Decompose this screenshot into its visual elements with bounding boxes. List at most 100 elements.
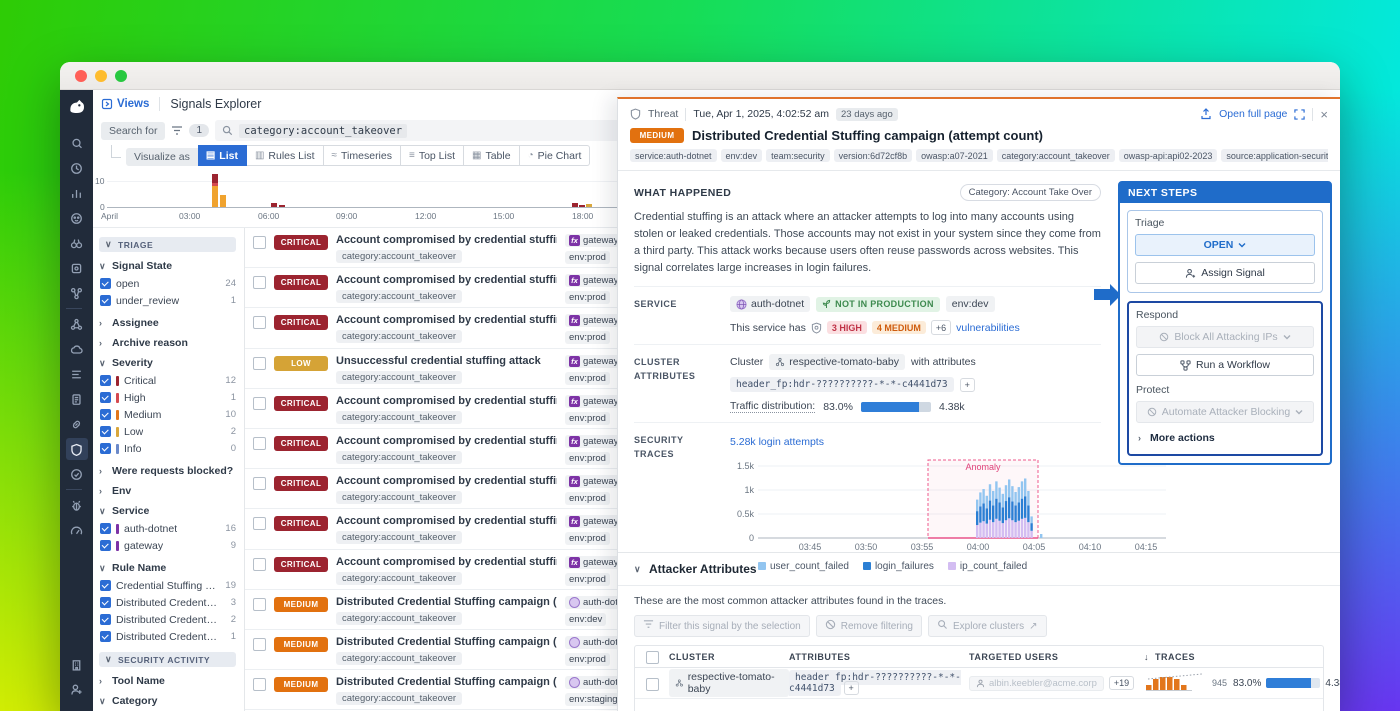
timeline-bar[interactable] (579, 205, 585, 207)
facet-item-under-review[interactable]: under_review1 (99, 292, 236, 309)
vulnerabilities-link[interactable]: vulnerabilities (956, 322, 1020, 334)
attacker-button-remove-filtering[interactable]: Remove filtering (816, 615, 922, 637)
legend-item-login_failures[interactable]: login_failures (863, 561, 934, 572)
attribute-chip[interactable]: header_fp:hdr-??????????-*-*-c4441d73 (789, 670, 961, 696)
login-attempts-chart[interactable]: 1.5k1k0.5k003:4503:5003:5504:0004:0504:1… (730, 454, 1101, 559)
facet-item-gateway[interactable]: gateway9 (99, 537, 236, 554)
expand-icon[interactable] (1294, 109, 1305, 120)
targeted-user-chip[interactable]: albin.keebler@acme.corp (969, 676, 1104, 691)
signal-tag[interactable]: team:security (766, 149, 830, 162)
cluster-icon[interactable] (66, 313, 88, 335)
facet-section-triage[interactable]: ∨TRIAGE (99, 237, 236, 252)
row-checkbox[interactable] (253, 598, 266, 611)
watchdog-icon[interactable] (66, 207, 88, 229)
facet-section-security-activity[interactable]: ∨SECURITY ACTIVITY (99, 652, 236, 667)
column-header-targeted-users[interactable]: TARGETED USERS (969, 652, 1144, 662)
invite-icon[interactable] (66, 678, 88, 700)
signal-row[interactable]: CRITICALAccount compromised by credentia… (245, 228, 627, 268)
header-checkbox[interactable] (646, 651, 659, 664)
checkbox-checked[interactable] (100, 597, 111, 608)
signal-row[interactable]: CRITICALAccount compromised by credentia… (245, 429, 627, 469)
facet-group-env[interactable]: ›Env (99, 485, 236, 497)
history-icon[interactable] (66, 157, 88, 179)
search-query[interactable]: category:account_takeover (239, 124, 407, 138)
signal-tag[interactable]: env:dev (721, 149, 763, 162)
filter-icon[interactable] (171, 125, 183, 136)
column-header-attributes[interactable]: ATTRIBUTES (789, 652, 969, 662)
signal-row[interactable]: LOWUnsuccessful credential stuffing atta… (245, 349, 627, 389)
logs-icon[interactable] (66, 388, 88, 410)
automate-attacker-blocking-button[interactable]: Automate Attacker Blocking (1136, 401, 1314, 423)
attribute-more-chip[interactable]: + (960, 378, 975, 392)
signal-row[interactable]: CRITICALAccount compromised by credentia… (245, 469, 627, 509)
search-icon[interactable] (66, 132, 88, 154)
facet-group-were-requests-blocked-[interactable]: ›Were requests blocked? (99, 465, 236, 477)
signal-tag[interactable]: owasp-api:api02-2023 (1119, 149, 1218, 162)
row-checkbox[interactable] (253, 276, 266, 289)
checkbox-checked[interactable] (100, 426, 111, 437)
env-chip[interactable]: env:dev (946, 296, 995, 312)
signal-tag[interactable]: source:application-security (1221, 149, 1328, 162)
checkbox-checked[interactable] (100, 409, 111, 420)
row-checkbox[interactable] (253, 477, 266, 490)
facet-item-critical[interactable]: Critical12 (99, 372, 236, 389)
checkbox-checked[interactable] (100, 375, 111, 386)
signal-tag[interactable]: owasp:a07-2021 (916, 149, 993, 162)
signal-row[interactable]: MEDIUMDistributed Credential Stuffing ca… (245, 630, 627, 670)
assign-signal-button[interactable]: Assign Signal (1135, 262, 1315, 284)
signal-tag[interactable]: service:auth-dotnet (630, 149, 717, 162)
row-checkbox[interactable] (253, 357, 266, 370)
timeline-bar[interactable] (212, 174, 218, 207)
signal-row[interactable]: CRITICALAccount compromised by credentia… (245, 389, 627, 429)
facet-item-distributed-credential-stu-[interactable]: Distributed Credential Stu...1 (99, 628, 236, 645)
zoom-window-button[interactable] (115, 70, 127, 82)
traces-icon[interactable] (66, 363, 88, 385)
row-checkbox[interactable] (253, 316, 266, 329)
facet-group-assignee[interactable]: ›Assignee (99, 317, 236, 329)
facet-group-service[interactable]: ∨Service (99, 505, 236, 517)
signal-row[interactable]: CRITICALAccount compromised by credentia… (245, 268, 627, 308)
timeline-bar[interactable] (220, 195, 226, 207)
facet-item-distributed-credential-stu-[interactable]: Distributed Credential Stu...2 (99, 611, 236, 628)
org-icon[interactable] (66, 653, 88, 675)
block-attacking-ips-button[interactable]: Block All Attacking IPs (1136, 326, 1314, 348)
legend-item-ip_count_failed[interactable]: ip_count_failed (948, 561, 1027, 572)
facet-item-info[interactable]: Info0 (99, 440, 236, 457)
checkbox-checked[interactable] (100, 540, 111, 551)
row-checkbox[interactable] (253, 638, 266, 651)
infrastructure-icon[interactable] (66, 257, 88, 279)
row-checkbox[interactable] (253, 236, 266, 249)
checkbox-checked[interactable] (100, 631, 111, 642)
security-icon[interactable] (66, 438, 88, 460)
share-icon[interactable] (1200, 108, 1212, 120)
timeline-bar[interactable] (279, 205, 285, 207)
signal-row[interactable]: MEDIUMDistributed Credential Stuffing ca… (245, 590, 627, 630)
signal-row[interactable]: CRITICALAccount compromised by credentia… (245, 550, 627, 590)
attribute-more-chip[interactable]: + (844, 681, 859, 695)
close-window-button[interactable] (75, 70, 87, 82)
viz-option-rules-list[interactable]: ▥Rules List (247, 145, 324, 166)
checkbox-checked[interactable] (100, 392, 111, 403)
row-checkbox[interactable] (253, 517, 266, 530)
facet-item-distributed-credential-stu-[interactable]: Distributed Credential Stu...3 (99, 594, 236, 611)
row-checkbox[interactable] (646, 678, 659, 691)
run-workflow-button[interactable]: Run a Workflow (1136, 354, 1314, 376)
checkbox-checked[interactable] (100, 523, 111, 534)
timeline-bar[interactable] (572, 203, 578, 207)
facet-item-medium[interactable]: Medium10 (99, 406, 236, 423)
attacker-button-filter-this-signal-by-the-selection[interactable]: Filter this signal by the selection (634, 615, 810, 637)
binoculars-icon[interactable] (66, 232, 88, 254)
cluster-name-chip[interactable]: respective-tomato-baby (669, 669, 789, 697)
views-button[interactable]: Views (101, 98, 149, 110)
viz-option-table[interactable]: ▦Table (464, 145, 520, 166)
gauge-icon[interactable] (66, 519, 88, 541)
login-attempts-link[interactable]: 5.28k login attempts (730, 436, 824, 448)
timeline-bar[interactable] (586, 204, 592, 207)
filter-count-badge[interactable]: 1 (189, 124, 209, 137)
facet-group-archive-reason[interactable]: ›Archive reason (99, 337, 236, 349)
legend-item-user_count_failed[interactable]: user_count_failed (758, 561, 849, 572)
timeline-bar[interactable] (271, 203, 277, 207)
integrations-icon[interactable] (66, 413, 88, 435)
signal-tag[interactable]: category:account_takeover (997, 149, 1115, 162)
more-actions-link[interactable]: › More actions (1138, 432, 1312, 444)
